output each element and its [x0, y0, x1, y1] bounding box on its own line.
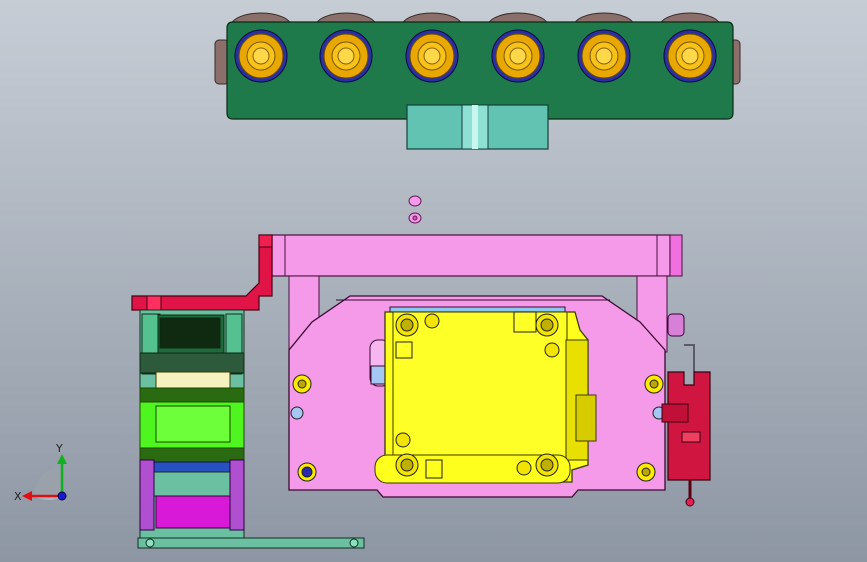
right-sensor-assembly: [661, 313, 711, 507]
roller-6: [663, 29, 717, 83]
magenta-block: [155, 495, 231, 529]
roller-rail-assembly: [214, 12, 741, 150]
locating-pins: [408, 195, 422, 224]
triad-y-label: Y: [55, 442, 63, 455]
coordinate-triad[interactable]: Y X: [10, 438, 80, 510]
cyan-mount-block: [406, 104, 549, 150]
triad-x-label: X: [14, 490, 22, 503]
triad-z-axis: [57, 491, 67, 501]
roller-1: [234, 29, 288, 83]
main-fixture: [271, 234, 683, 498]
cad-model-view[interactable]: [0, 0, 867, 562]
roller-4: [491, 29, 545, 83]
roller-5: [577, 29, 631, 83]
roller-3: [405, 29, 459, 83]
pink-crossbeam: [271, 234, 671, 277]
cad-viewport[interactable]: Y X: [0, 0, 867, 562]
red-sensor-switch: [667, 371, 711, 481]
yellow-cylinder-body: [374, 311, 597, 484]
roller-2: [319, 29, 373, 83]
